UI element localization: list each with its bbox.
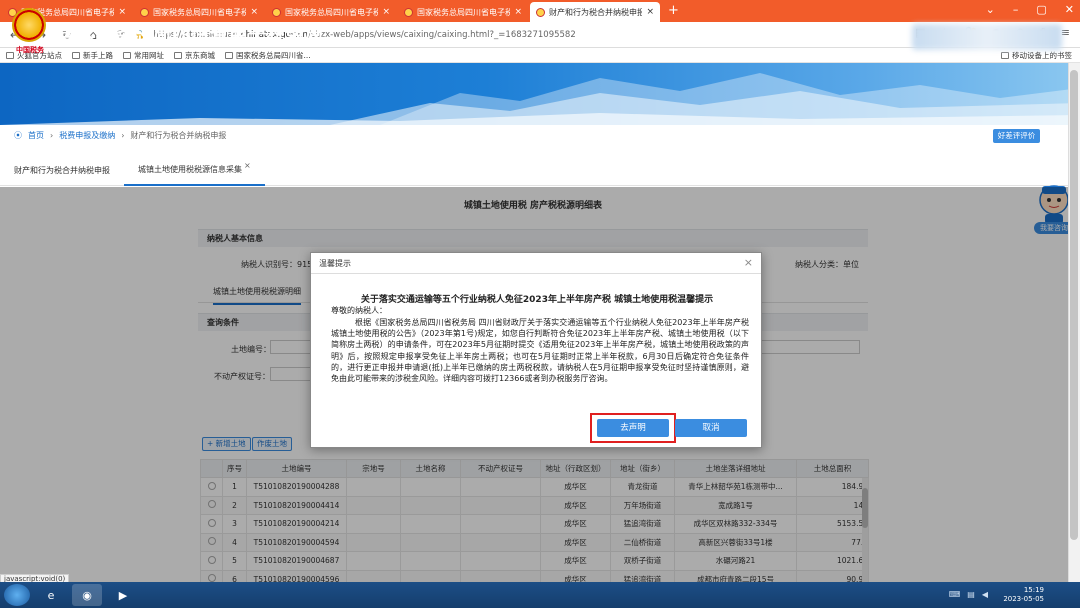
browser-tab[interactable]: 国家税务总局四川省电子税务局×: [134, 2, 264, 22]
bookmark-item[interactable]: 新手上路: [72, 50, 113, 61]
firefox-icon[interactable]: ◉: [72, 584, 102, 606]
bookmarks-bar: 火狐官方站点 新手上路 常用网址 京东商城 国家税务总局四川省... 移动设备上…: [0, 48, 1080, 63]
site-header: [0, 63, 1080, 125]
site-favicon-icon: [272, 7, 281, 17]
page-tabs: 财产和行为税合并纳税申报 城镇土地使用税税源信息采集 ×: [0, 156, 1080, 186]
tab-close-icon[interactable]: ×: [514, 7, 522, 17]
site-favicon-icon: [536, 7, 545, 17]
tab-property-tax-filing[interactable]: 财产和行为税合并纳税申报: [0, 156, 124, 186]
firefox-icon: [72, 51, 80, 59]
jd-icon: [174, 51, 182, 59]
cancel-button[interactable]: 取消: [675, 419, 747, 437]
tab-close-icon[interactable]: ×: [244, 161, 251, 170]
bookmark-item[interactable]: 国家税务总局四川省...: [225, 50, 311, 61]
window-controls: ⌄ – ▢ ✕: [986, 3, 1074, 16]
breadcrumb-separator: ›: [121, 130, 125, 140]
clock-date: 2023-05-05: [1003, 595, 1044, 603]
browser-tab[interactable]: 国家税务总局四川省电子税务局×: [266, 2, 396, 22]
breadcrumb-home[interactable]: 首页: [28, 130, 44, 141]
tab-title: 财产和行为税合并纳税申报: [549, 7, 643, 17]
dialog-close-icon[interactable]: ×: [744, 256, 753, 269]
bookmark-item[interactable]: 常用网址: [123, 50, 164, 61]
tab-title: 国家税务总局四川省电子税务局: [153, 7, 247, 17]
ie-icon[interactable]: e: [36, 584, 66, 606]
page-scrollbar-thumb[interactable]: [1070, 70, 1078, 540]
mobile-bookmarks[interactable]: 移动设备上的书签: [1001, 50, 1072, 61]
blurred-user-info: [912, 24, 1062, 50]
maximize-icon[interactable]: ▢: [1036, 3, 1046, 16]
mountains-background: [0, 73, 1080, 125]
tab-land-tax-source[interactable]: 城镇土地使用税税源信息采集 ×: [124, 156, 265, 186]
browser-tab-bar: 国家税务总局四川省电子税务局× 国家税务总局四川省电子税务局× 国家税务总局四川…: [0, 0, 1080, 22]
breadcrumb-separator: ›: [50, 130, 54, 140]
browser-tab-active[interactable]: 财产和行为税合并纳税申报 ×: [530, 2, 660, 22]
bookmark-item[interactable]: 京东商城: [174, 50, 215, 61]
taskbar: e ◉ ▶ ⌨ ▤ ◀ 15:19 2023-05-05: [0, 582, 1080, 608]
site-favicon-icon: [225, 51, 233, 59]
close-icon[interactable]: ✕: [1065, 3, 1074, 16]
dialog-header: 温馨提示: [311, 253, 761, 274]
tab-close-icon[interactable]: ×: [118, 7, 126, 17]
volume-icon[interactable]: ◀: [982, 590, 988, 599]
dialog-title: 关于落实交通运输等五个行业纳税人免征2023年上半年房产税 城镇土地使用税温馨提…: [360, 295, 714, 305]
notice-dialog: 温馨提示 × 关于落实交通运输等五个行业纳税人免征2023年上半年房产税 城镇土…: [310, 252, 762, 448]
tab-close-icon[interactable]: ×: [646, 7, 654, 17]
keyboard-icon[interactable]: ⌨: [949, 590, 961, 599]
start-button[interactable]: [4, 584, 30, 606]
rate-service-button[interactable]: 好差评评价: [993, 129, 1040, 143]
site-title: 国家税务总局四川省电子税务局: [58, 24, 324, 45]
tab-close-icon[interactable]: ×: [382, 7, 390, 17]
folder-icon: [123, 51, 131, 59]
breadcrumb-level1[interactable]: 税费申报及缴纳: [59, 130, 115, 141]
declare-button[interactable]: 去声明: [597, 419, 669, 437]
tab-title: 国家税务总局四川省电子税务局: [285, 7, 379, 17]
browser-tab[interactable]: 国家税务总局四川省电子税务局×: [398, 2, 528, 22]
dialog-body: 根据《国家税务总局四川省税务局 四川省财政厅关于落实交通运输等五个行业纳税人免征…: [331, 318, 749, 384]
network-icon[interactable]: ▤: [967, 590, 975, 599]
clock[interactable]: 15:19 2023-05-05: [1003, 586, 1044, 604]
breadcrumb: ⦿ 首页 › 税费申报及缴纳 › 财产和行为税合并纳税申报: [0, 125, 1080, 145]
minimize-icon[interactable]: –: [1013, 3, 1019, 16]
site-favicon-icon: [404, 7, 413, 17]
tax-emblem-logo: [12, 8, 46, 42]
media-player-icon[interactable]: ▶: [108, 584, 138, 606]
dialog-greeting: 尊敬的纳税人：: [331, 306, 387, 315]
site-favicon-icon: [140, 7, 149, 17]
clock-time: 15:19: [1023, 586, 1044, 594]
menu-icon[interactable]: ≡: [1061, 26, 1070, 40]
location-pin-icon: ⦿: [14, 130, 22, 140]
chevron-down-icon[interactable]: ⌄: [986, 3, 995, 16]
emblem-text: 中国税务: [16, 46, 44, 54]
tab-close-icon[interactable]: ×: [250, 7, 258, 17]
tab-label: 城镇土地使用税税源信息采集: [138, 165, 242, 174]
phone-icon: [1001, 52, 1009, 59]
new-tab-button[interactable]: +: [660, 2, 687, 22]
breadcrumb-current: 财产和行为税合并纳税申报: [130, 130, 227, 140]
tray-icons: ⌨ ▤ ◀: [949, 590, 988, 599]
tab-title: 国家税务总局四川省电子税务局: [417, 7, 511, 17]
tab-label: 财产和行为税合并纳税申报: [14, 166, 110, 175]
